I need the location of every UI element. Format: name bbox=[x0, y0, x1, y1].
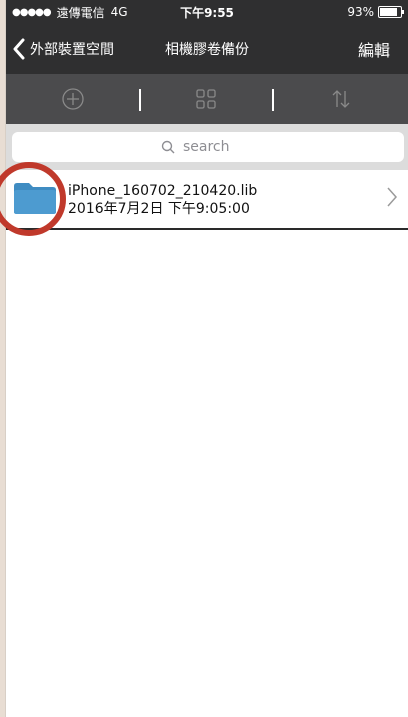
back-label: 外部裝置空間 bbox=[30, 42, 114, 58]
sort-button[interactable] bbox=[321, 74, 361, 124]
battery-percent: 93% bbox=[347, 5, 374, 19]
status-bar: ●●●●● 遠傳電信 4G 下午9:55 93% bbox=[6, 0, 408, 24]
search-icon bbox=[161, 140, 175, 154]
grid-view-button[interactable] bbox=[186, 74, 226, 124]
file-info: iPhone_160702_210420.lib 2016年7月2日 下午9:0… bbox=[68, 182, 257, 218]
file-date: 2016年7月2日 下午9:05:00 bbox=[68, 201, 250, 217]
edit-button[interactable]: 編輯 bbox=[358, 24, 390, 74]
chevron-right-icon bbox=[387, 187, 398, 207]
file-row[interactable]: iPhone_160702_210420.lib 2016年7月2日 下午9:0… bbox=[6, 170, 408, 230]
battery-icon bbox=[378, 6, 404, 18]
back-button[interactable]: 外部裝置空間 bbox=[12, 24, 114, 74]
phone-screen: ●●●●● 遠傳電信 4G 下午9:55 93% 外部裝置空間 相機膠卷備份 編… bbox=[6, 0, 408, 717]
plus-circle-icon bbox=[62, 88, 84, 110]
search-bar[interactable] bbox=[12, 132, 404, 162]
page-title: 相機膠卷備份 bbox=[165, 42, 249, 58]
toolbar bbox=[6, 74, 408, 124]
grid-icon bbox=[196, 89, 216, 109]
search-bar-container bbox=[6, 124, 408, 170]
add-button[interactable] bbox=[53, 74, 93, 124]
chevron-left-icon bbox=[13, 38, 25, 60]
status-right: 93% bbox=[347, 0, 404, 24]
toolbar-divider bbox=[139, 89, 141, 111]
toolbar-divider bbox=[272, 89, 274, 111]
navigation-bar: 外部裝置空間 相機膠卷備份 編輯 bbox=[6, 24, 408, 74]
sort-icon bbox=[332, 90, 350, 108]
file-name: iPhone_160702_210420.lib bbox=[68, 183, 258, 199]
search-input[interactable] bbox=[181, 138, 255, 156]
